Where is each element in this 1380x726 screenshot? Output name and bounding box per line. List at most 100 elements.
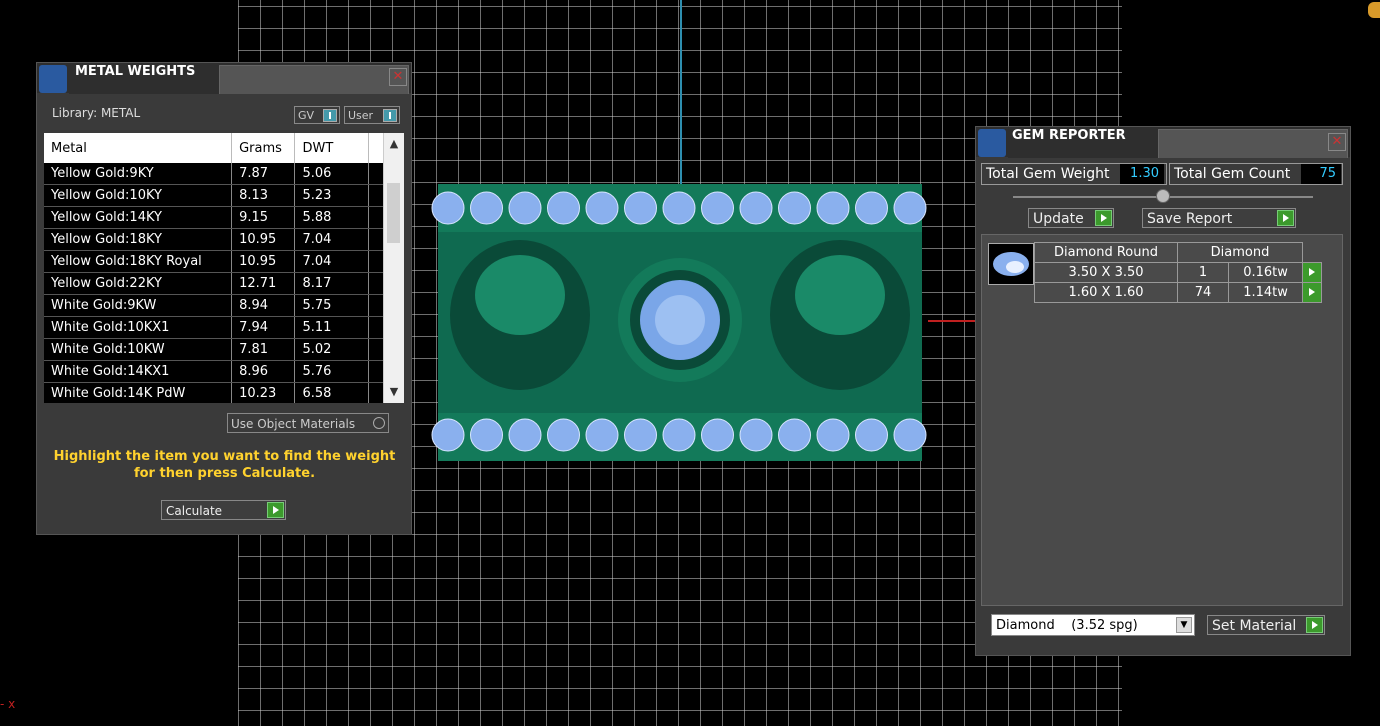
metal-row[interactable]: Yellow Gold:10KY 8.13 5.23	[44, 184, 385, 207]
gem-shape-header: Diamond Round	[1034, 242, 1178, 263]
metal-row[interactable]: Yellow Gold:9KY 7.87 5.06	[44, 163, 385, 185]
metal-row[interactable]: Yellow Gold:14KY 9.15 5.88	[44, 206, 385, 229]
metal-name: Yellow Gold:10KY	[44, 184, 233, 207]
save-report-button[interactable]: Save Report	[1142, 208, 1296, 228]
metal-grams: 12.71	[231, 272, 296, 295]
metal-name: White Gold:10KW	[44, 338, 233, 361]
metal-dwt: 5.88	[294, 206, 369, 229]
use-object-materials-option[interactable]: Use Object Materials	[227, 413, 389, 433]
play-icon	[1306, 617, 1323, 633]
metal-dwt: 6.58	[294, 382, 369, 403]
ring-gem	[547, 191, 580, 225]
metal-weights-titlebar[interactable]: METAL WEIGHTS ✕	[37, 63, 411, 94]
user-toggle-label: User	[348, 109, 374, 122]
update-button[interactable]: Update	[1028, 208, 1114, 228]
metal-name: White Gold:10KX1	[44, 316, 233, 339]
metal-name: Yellow Gold:18KY	[44, 228, 233, 251]
row-padding	[368, 272, 385, 295]
app-corner-icon[interactable]	[1368, 2, 1380, 18]
metal-row[interactable]: Yellow Gold:18KY Royal 10.95 7.04	[44, 250, 385, 273]
ring-gem	[547, 418, 580, 452]
ring-gem	[431, 418, 465, 452]
metal-row[interactable]: Yellow Gold:22KY 12.71 8.17	[44, 272, 385, 295]
metal-dwt: 5.76	[294, 360, 369, 383]
gem-reporter-titlebar[interactable]: GEM REPORTER ✕	[976, 127, 1350, 158]
y-axis-line	[680, 0, 682, 185]
metal-grams: 8.94	[231, 294, 296, 317]
metal-name: White Gold:14K PdW	[44, 382, 233, 403]
metal-dwt: 7.04	[294, 250, 369, 273]
select-gem-button[interactable]	[1302, 262, 1322, 283]
calculate-button[interactable]: Calculate	[161, 500, 286, 520]
ring-model[interactable]	[430, 180, 930, 465]
gem-reporter-panel: GEM REPORTER ✕ Total Gem Weight 1.30 Tot…	[975, 126, 1351, 656]
metal-grams: 8.13	[231, 184, 296, 207]
metal-row[interactable]: White Gold:9KW 8.94 5.75	[44, 294, 385, 317]
row-padding	[368, 294, 385, 317]
play-icon	[1095, 210, 1112, 226]
ring-gem	[701, 191, 734, 225]
ring-gem	[585, 191, 619, 225]
material-select[interactable]: Diamond (3.52 spg) ▼	[991, 614, 1195, 636]
metal-row[interactable]: White Gold:10KX1 7.94 5.11	[44, 316, 385, 339]
metal-weights-panel: METAL WEIGHTS ✕ Library: METAL GV User M…	[36, 62, 412, 535]
scroll-thumb[interactable]	[387, 183, 400, 243]
gem-material-header: Diamond	[1177, 242, 1303, 263]
x-axis-line	[928, 320, 976, 322]
metal-grams: 10.95	[231, 250, 296, 273]
ring-gem	[778, 191, 811, 225]
ring-gem	[778, 418, 811, 452]
user-toggle[interactable]: User	[344, 106, 400, 124]
metal-row[interactable]: White Gold:14KX1 8.96 5.76	[44, 360, 385, 383]
chevron-down-icon[interactable]: ▼	[1176, 617, 1192, 633]
gem-weight: 0.16tw	[1228, 262, 1303, 283]
library-label: Library: METAL	[52, 106, 141, 120]
gem-slider-handle[interactable]	[1156, 189, 1170, 203]
set-material-button[interactable]: Set Material	[1207, 615, 1325, 635]
gv-toggle[interactable]: GV	[294, 106, 340, 124]
ring-gem	[855, 418, 888, 452]
ring-gem	[624, 418, 657, 452]
ring-gem	[855, 191, 888, 225]
row-padding	[368, 206, 385, 229]
gem-row[interactable]: 1.60 X 1.60 74 1.14tw	[1034, 282, 1322, 303]
row-padding	[368, 250, 385, 273]
metal-row[interactable]: Yellow Gold:18KY 10.95 7.04	[44, 228, 385, 251]
metal-table-header: Metal Grams DWT	[44, 133, 385, 163]
metal-grams: 7.94	[231, 316, 296, 339]
metal-grams: 10.23	[231, 382, 296, 403]
column-header-metal[interactable]: Metal	[44, 133, 233, 163]
column-header-dwt[interactable]: DWT	[294, 133, 369, 163]
row-padding	[368, 338, 385, 361]
gem-row[interactable]: 3.50 X 3.50 1 0.16tw	[1034, 262, 1322, 283]
gem-reporter-title: GEM REPORTER	[1012, 128, 1126, 143]
ring-gem	[624, 191, 657, 225]
instruction-text: Highlight the item you want to find the …	[53, 449, 396, 481]
ring-gem	[585, 418, 619, 452]
metal-dwt: 5.02	[294, 338, 369, 361]
select-gem-button[interactable]	[1302, 282, 1322, 303]
gem-count: 1	[1176, 262, 1230, 283]
metal-table-scrollbar[interactable]: ▲ ▼	[383, 133, 404, 403]
metal-row[interactable]: White Gold:14K PdW 10.23 6.58	[44, 382, 385, 403]
metal-name: Yellow Gold:22KY	[44, 272, 233, 295]
gem-list: Diamond Round Diamond 3.50 X 3.50 1 0.16…	[981, 234, 1343, 606]
ring-gem	[662, 418, 696, 452]
scroll-up-icon[interactable]: ▲	[384, 135, 404, 153]
column-header-grams[interactable]: Grams	[231, 133, 296, 163]
close-icon[interactable]: ✕	[389, 68, 407, 86]
metal-name: White Gold:9KW	[44, 294, 233, 317]
ring-gem	[893, 418, 927, 452]
metal-grams: 7.87	[231, 163, 296, 185]
row-padding	[368, 228, 385, 251]
close-icon[interactable]: ✕	[1328, 133, 1346, 151]
scroll-down-icon[interactable]: ▼	[384, 383, 404, 401]
update-label: Update	[1033, 211, 1084, 227]
metal-dwt: 5.23	[294, 184, 369, 207]
metal-grams: 8.96	[231, 360, 296, 383]
calculate-label: Calculate	[166, 504, 223, 518]
metal-row[interactable]: White Gold:10KW 7.81 5.02	[44, 338, 385, 361]
ring-gem	[816, 418, 850, 452]
metal-grams: 10.95	[231, 228, 296, 251]
diamond-thumbnail-icon[interactable]	[988, 243, 1034, 285]
